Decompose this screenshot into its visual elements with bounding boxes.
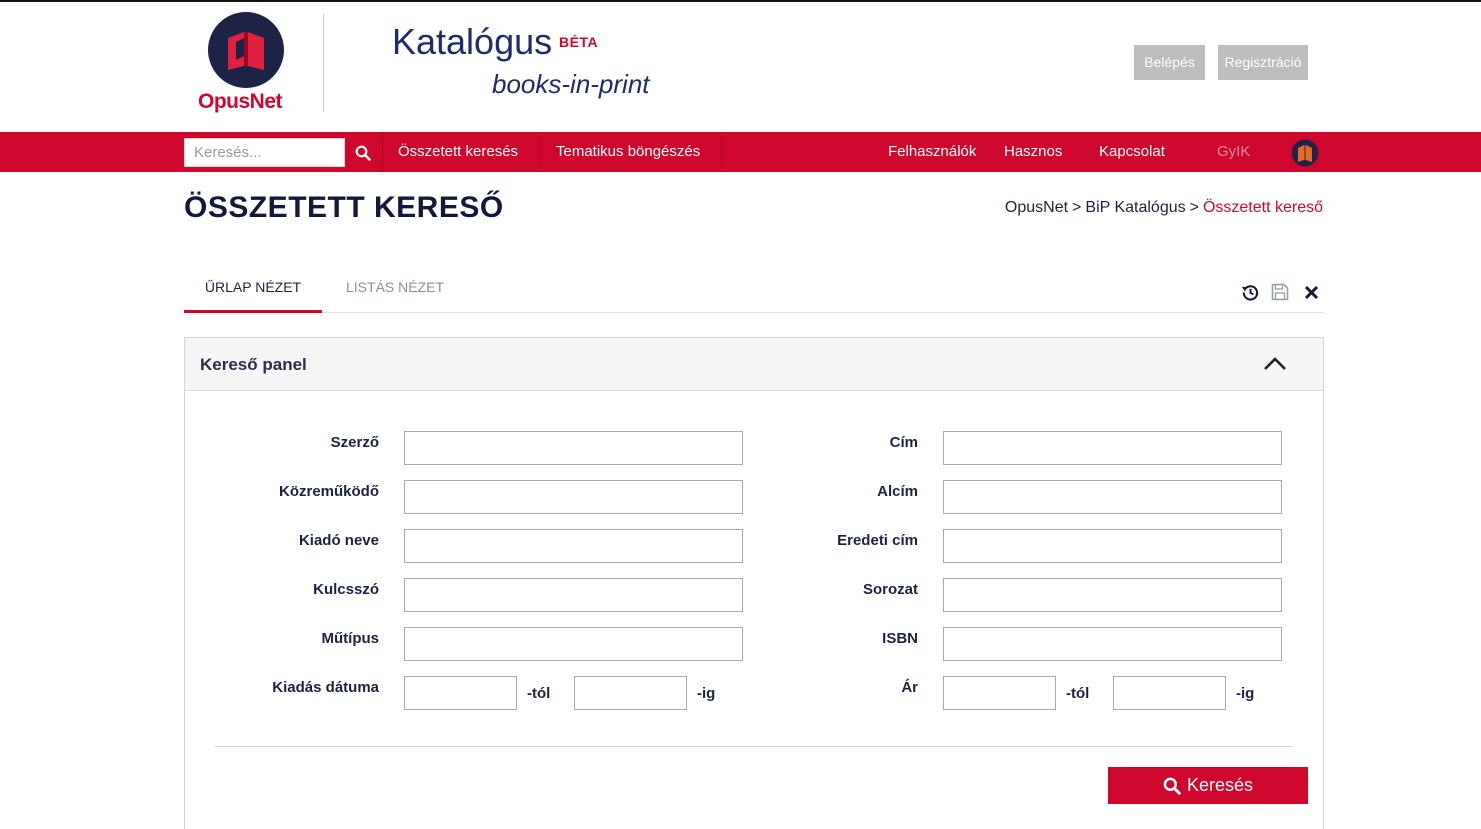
- chevron-up-icon: [1264, 357, 1286, 370]
- search-panel: Kereső panel Szerző Közreműködő Kiadó ne…: [184, 337, 1324, 829]
- contributor-input[interactable]: [404, 480, 743, 514]
- search-icon: [355, 145, 371, 161]
- nav-useful[interactable]: Hasznos: [1004, 132, 1062, 172]
- label-publisher: Kiadó neve: [298, 532, 379, 549]
- date-to-suffix: -ig: [697, 685, 716, 702]
- work-type-input[interactable]: [404, 627, 743, 661]
- date-from-suffix: -tól: [527, 685, 551, 702]
- breadcrumb: OpusNet > BiP Katalógus > Összetett kereső: [1005, 199, 1323, 217]
- nav-search-button[interactable]: [348, 138, 378, 167]
- label-price: Ár: [901, 679, 918, 696]
- page-title: ÖSSZETETT KERESŐ: [184, 191, 504, 224]
- label-original-title: Eredeti cím: [837, 532, 918, 549]
- breadcrumb-opusnet[interactable]: OpusNet: [1005, 199, 1068, 216]
- close-icon[interactable]: [1301, 282, 1321, 302]
- search-icon: [1163, 777, 1181, 795]
- breadcrumb-separator: >: [1072, 199, 1082, 216]
- breadcrumb-separator: >: [1189, 199, 1199, 216]
- price-to-input[interactable]: [1113, 676, 1226, 710]
- nav-users[interactable]: Felhasználók: [888, 132, 976, 172]
- label-work-type: Műtípus: [321, 630, 380, 647]
- book-icon: [228, 32, 264, 70]
- label-series: Sorozat: [862, 581, 918, 598]
- nav-thematic-browse[interactable]: Tematikus böngészés: [556, 132, 700, 172]
- label-contributor: Közreműködő: [278, 483, 379, 500]
- nav-separator: [382, 132, 383, 172]
- history-icon[interactable]: [1240, 282, 1260, 302]
- label-title: Cím: [889, 434, 918, 451]
- opusnet-logo[interactable]: OpusNet: [196, 12, 296, 116]
- price-to-suffix: -ig: [1236, 685, 1255, 702]
- label-author: Szerző: [330, 434, 379, 451]
- nav-contact[interactable]: Kapcsolat: [1099, 132, 1165, 172]
- original-title-input[interactable]: [943, 529, 1282, 563]
- label-subtitle: Alcím: [877, 483, 918, 500]
- register-button[interactable]: Regisztráció: [1218, 45, 1308, 80]
- label-isbn: ISBN: [882, 630, 918, 647]
- save-icon[interactable]: [1270, 282, 1290, 302]
- header-divider: [323, 14, 324, 112]
- panel-divider: [215, 746, 1293, 747]
- nav-advanced-search[interactable]: Összetett keresés: [398, 132, 518, 172]
- nav-separator: [539, 132, 540, 172]
- books-in-print-subtitle: books-in-print: [492, 69, 650, 99]
- search-submit-label: Keresés: [1186, 775, 1254, 795]
- search-submit-button[interactable]: Keresés: [1108, 767, 1308, 804]
- login-button[interactable]: Belépés: [1134, 45, 1205, 80]
- publisher-input[interactable]: [404, 529, 743, 563]
- breadcrumb-bip-catalog[interactable]: BiP Katalógus: [1085, 199, 1185, 216]
- label-keyword: Kulcsszó: [313, 581, 379, 598]
- publication-date-to-input[interactable]: [574, 676, 687, 710]
- nav-search-input[interactable]: [184, 138, 345, 167]
- breadcrumb-current: Összetett kereső: [1202, 199, 1323, 216]
- keyword-input[interactable]: [404, 578, 743, 612]
- tab-list-view[interactable]: LISTÁS NÉZET: [346, 264, 444, 312]
- title-input[interactable]: [943, 431, 1282, 465]
- opusnet-nav-icon[interactable]: [1291, 139, 1319, 167]
- beta-badge: BÉTA: [559, 34, 599, 50]
- price-from-suffix: -tól: [1066, 685, 1090, 702]
- tab-form-view[interactable]: ŰRLAP NÉZET: [184, 264, 322, 313]
- isbn-input[interactable]: [943, 627, 1282, 661]
- subtitle-input[interactable]: [943, 480, 1282, 514]
- main-navbar: Összetett keresés Tematikus böngészés Fe…: [0, 132, 1481, 172]
- book-icon: [1298, 145, 1312, 162]
- logo-text: OpusNet: [198, 90, 283, 113]
- author-input[interactable]: [404, 431, 743, 465]
- search-panel-header: Kereső panel: [185, 338, 1323, 391]
- search-panel-title: Kereső panel: [200, 355, 307, 374]
- nav-faq[interactable]: GyIK: [1217, 132, 1250, 172]
- catalog-title: Katalógus: [392, 21, 553, 62]
- view-tabs: ŰRLAP NÉZET LISTÁS NÉZET: [184, 264, 1324, 313]
- collapse-panel-button[interactable]: [1262, 354, 1288, 374]
- series-input[interactable]: [943, 578, 1282, 612]
- publication-date-from-input[interactable]: [404, 676, 517, 710]
- label-publication-date: Kiadás dátuma: [272, 679, 379, 696]
- nav-separator: [721, 132, 722, 172]
- price-from-input[interactable]: [943, 676, 1056, 710]
- site-header: OpusNet Katalógus BÉTA books-in-print Be…: [0, 2, 1481, 132]
